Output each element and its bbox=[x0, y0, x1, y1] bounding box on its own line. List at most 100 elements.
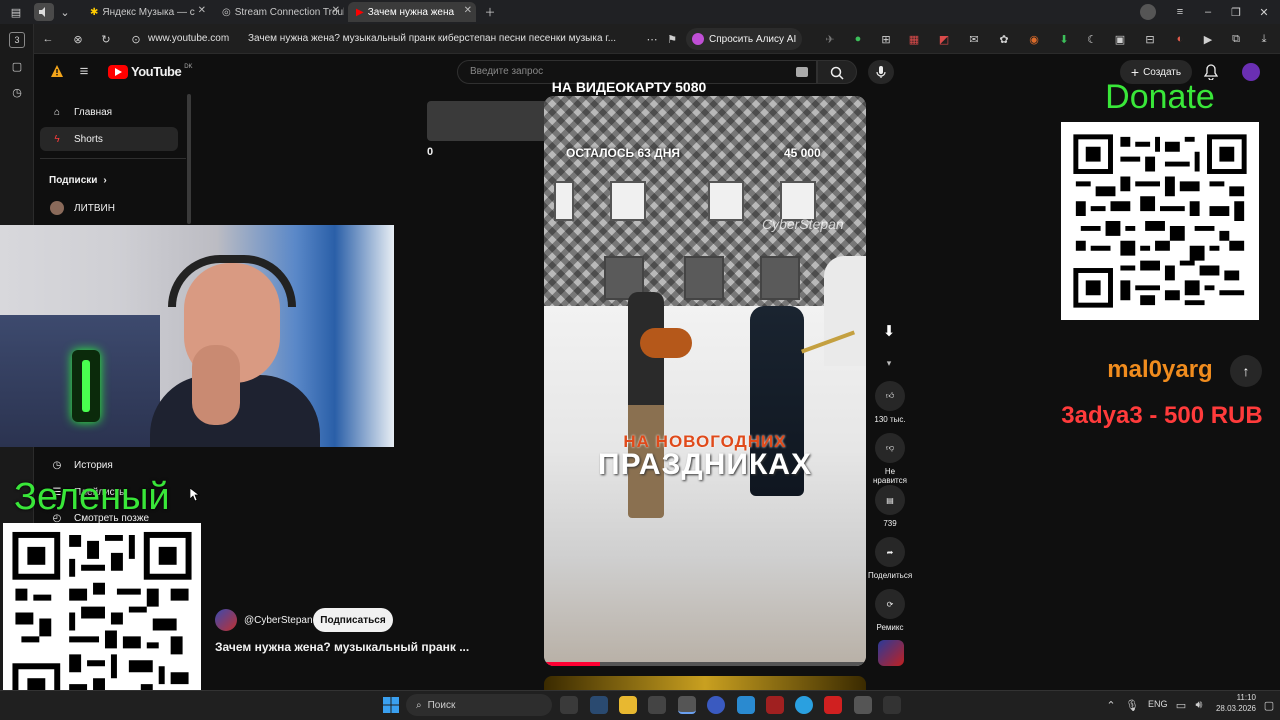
webcam-overlay bbox=[0, 225, 394, 447]
extension-icon[interactable]: ◩ bbox=[936, 31, 952, 47]
volume-icon[interactable]: 🔊︎ bbox=[1192, 697, 1206, 713]
comments-button[interactable]: ▤ 739 bbox=[868, 485, 912, 528]
download-icon[interactable]: ⬇ bbox=[1056, 31, 1072, 47]
short-video-player[interactable]: CyberStepan На новогодних праздниках bbox=[544, 96, 866, 666]
subscribe-button[interactable]: Подписаться bbox=[313, 608, 393, 632]
extension-icon[interactable]: ◉ bbox=[1026, 31, 1042, 47]
window bbox=[684, 256, 724, 300]
maximize-icon[interactable]: ❐ bbox=[1228, 4, 1244, 20]
language-indicator[interactable]: ENG bbox=[1148, 699, 1168, 709]
sidebar-scrollbar[interactable] bbox=[187, 94, 191, 224]
more-icon[interactable]: ⋯ bbox=[644, 31, 660, 47]
share-button[interactable]: ➦ Поделиться bbox=[868, 537, 912, 580]
donate-title: Donate bbox=[1105, 78, 1215, 116]
channel-handle[interactable]: @CyberStepan bbox=[244, 615, 313, 626]
goal-days-left: ОСТАЛОСЬ 63 ДНЯ bbox=[566, 146, 680, 160]
audio-track-icon[interactable] bbox=[878, 640, 904, 666]
url-text[interactable]: www.youtube.com bbox=[148, 33, 229, 44]
extension-icon[interactable]: ⊟ bbox=[1142, 31, 1158, 47]
search-icon: ⌕ bbox=[416, 699, 422, 711]
alice-button[interactable]: Спросить Алису AI bbox=[686, 28, 802, 50]
youtube-tab-icon: ▶ bbox=[356, 6, 364, 18]
youtube-logo[interactable]: YouTube DK bbox=[108, 64, 193, 79]
notification-center-icon[interactable]: ▢ bbox=[1262, 697, 1276, 713]
downloads-icon[interactable]: ⤓ bbox=[1256, 31, 1272, 47]
video-progress-fill bbox=[544, 662, 600, 666]
clock-time: 11:10 bbox=[1236, 693, 1256, 702]
windows-start-icon[interactable] bbox=[383, 697, 399, 713]
app-icon[interactable] bbox=[737, 696, 755, 714]
remix-button[interactable]: ⟳ Ремикс bbox=[868, 589, 912, 632]
close-tab-icon[interactable]: ✕ bbox=[464, 5, 472, 16]
sidebar-item-channel[interactable]: ЛИТВИН bbox=[40, 196, 178, 220]
collections-icon[interactable]: ▢ bbox=[9, 58, 25, 74]
channel-avatar[interactable] bbox=[215, 609, 237, 631]
calculator-icon[interactable] bbox=[854, 696, 872, 714]
microphone-tray-icon[interactable]: 🎙︎ bbox=[1125, 697, 1139, 713]
close-window-icon[interactable]: ✕ bbox=[1256, 4, 1272, 20]
network-icon[interactable]: ▭ bbox=[1174, 697, 1188, 713]
voice-search-button[interactable] bbox=[868, 60, 894, 84]
obs-icon[interactable] bbox=[883, 696, 901, 714]
short-title[interactable]: Зачем нужна жена? музыкальный пранк ... bbox=[215, 640, 535, 654]
scroll-up-button[interactable]: ↑ bbox=[1230, 355, 1262, 387]
tab-stream-connection[interactable]: ◎ Stream Connection Troubl ✕ bbox=[214, 2, 344, 22]
extension-icon[interactable]: ☾ bbox=[1084, 31, 1100, 47]
dislike-button[interactable]: 👎︎ Не нравится bbox=[868, 433, 912, 485]
next-short-preview[interactable] bbox=[544, 676, 866, 690]
back-icon[interactable]: ← bbox=[40, 31, 56, 47]
extension-icon[interactable]: ▶ bbox=[1200, 31, 1216, 47]
shield-icon[interactable]: ⊗ bbox=[70, 31, 86, 47]
tab-yandex-music[interactable]: ✱ Яндекс Музыка — с ✕ bbox=[82, 2, 210, 22]
close-tab-icon[interactable]: ✕ bbox=[198, 5, 206, 16]
extension-icon[interactable]: ▣ bbox=[1112, 31, 1128, 47]
app-icon[interactable] bbox=[707, 696, 725, 714]
chevron-down-icon[interactable]: ▾ bbox=[881, 356, 897, 370]
sound-icon[interactable] bbox=[34, 3, 54, 21]
profile-icon[interactable] bbox=[1140, 4, 1156, 20]
file-explorer-icon[interactable] bbox=[619, 696, 637, 714]
extension-icon[interactable]: ✿ bbox=[996, 31, 1012, 47]
sidebar-item-home[interactable]: ⌂ Главная bbox=[40, 100, 178, 124]
minimize-icon[interactable]: – bbox=[1200, 4, 1216, 20]
sidebar-divider bbox=[40, 158, 186, 159]
extension-icon[interactable]: ▦ bbox=[906, 31, 922, 47]
yandex-browser-icon[interactable] bbox=[824, 696, 842, 714]
new-tab-icon[interactable]: ＋ bbox=[482, 4, 498, 20]
tabs-menu-icon[interactable]: ▤ bbox=[8, 4, 24, 20]
taskbar-search[interactable]: ⌕ Поиск bbox=[406, 694, 552, 716]
taskbar-clock[interactable]: 11:10 28.03.2026 bbox=[1212, 692, 1256, 714]
badge-count-icon[interactable]: 3 bbox=[9, 32, 25, 48]
steam-icon[interactable] bbox=[590, 696, 608, 714]
tray-chevron-icon[interactable]: ⌃ bbox=[1104, 697, 1118, 713]
extension-icon[interactable]: ✈ bbox=[822, 31, 838, 47]
extension-icon[interactable]: ⧉ bbox=[1228, 31, 1244, 47]
keyboard-icon[interactable] bbox=[796, 67, 808, 77]
bookmark-icon[interactable]: ⚑ bbox=[664, 31, 680, 47]
snow-ground bbox=[544, 306, 866, 666]
close-tab-icon[interactable]: ✕ bbox=[332, 5, 340, 16]
browser-taskbar-icon[interactable] bbox=[678, 696, 696, 714]
menu-icon[interactable]: ≡ bbox=[1172, 4, 1188, 20]
next-arrow-icon[interactable]: ⬇ bbox=[879, 322, 899, 340]
app-icon[interactable] bbox=[766, 696, 784, 714]
task-view-icon[interactable] bbox=[560, 696, 578, 714]
telegram-icon[interactable] bbox=[795, 696, 813, 714]
sidebar-subscriptions-header[interactable]: Подписки › bbox=[49, 175, 107, 186]
extension-icon[interactable]: ✉ bbox=[966, 31, 982, 47]
address-bar: ← ⊗ ↻ ⊙ www.youtube.com Зачем нужна жена… bbox=[0, 24, 1280, 54]
sidebar-item-shorts[interactable]: ϟ Shorts bbox=[40, 127, 178, 151]
extension-icon[interactable]: ◐ bbox=[1172, 31, 1188, 47]
video-progress-track[interactable] bbox=[544, 662, 866, 666]
reload-icon[interactable]: ↻ bbox=[98, 31, 114, 47]
like-button[interactable]: 👍︎ 130 тыс. bbox=[868, 381, 912, 424]
chevron-down-icon[interactable]: ⌄ bbox=[58, 4, 72, 20]
sidebar-item-history[interactable]: ◷ История bbox=[40, 453, 178, 477]
extension-icon[interactable]: ● bbox=[850, 31, 866, 47]
hamburger-menu-icon[interactable]: ≡ bbox=[76, 63, 92, 80]
warning-icon[interactable] bbox=[50, 64, 64, 78]
app-icon[interactable] bbox=[648, 696, 666, 714]
extension-icon[interactable]: ⊞ bbox=[878, 31, 894, 47]
history-icon[interactable]: ◷ bbox=[9, 84, 25, 100]
tab-youtube-video[interactable]: ▶ Зачем нужна жена ✕ bbox=[348, 2, 476, 22]
